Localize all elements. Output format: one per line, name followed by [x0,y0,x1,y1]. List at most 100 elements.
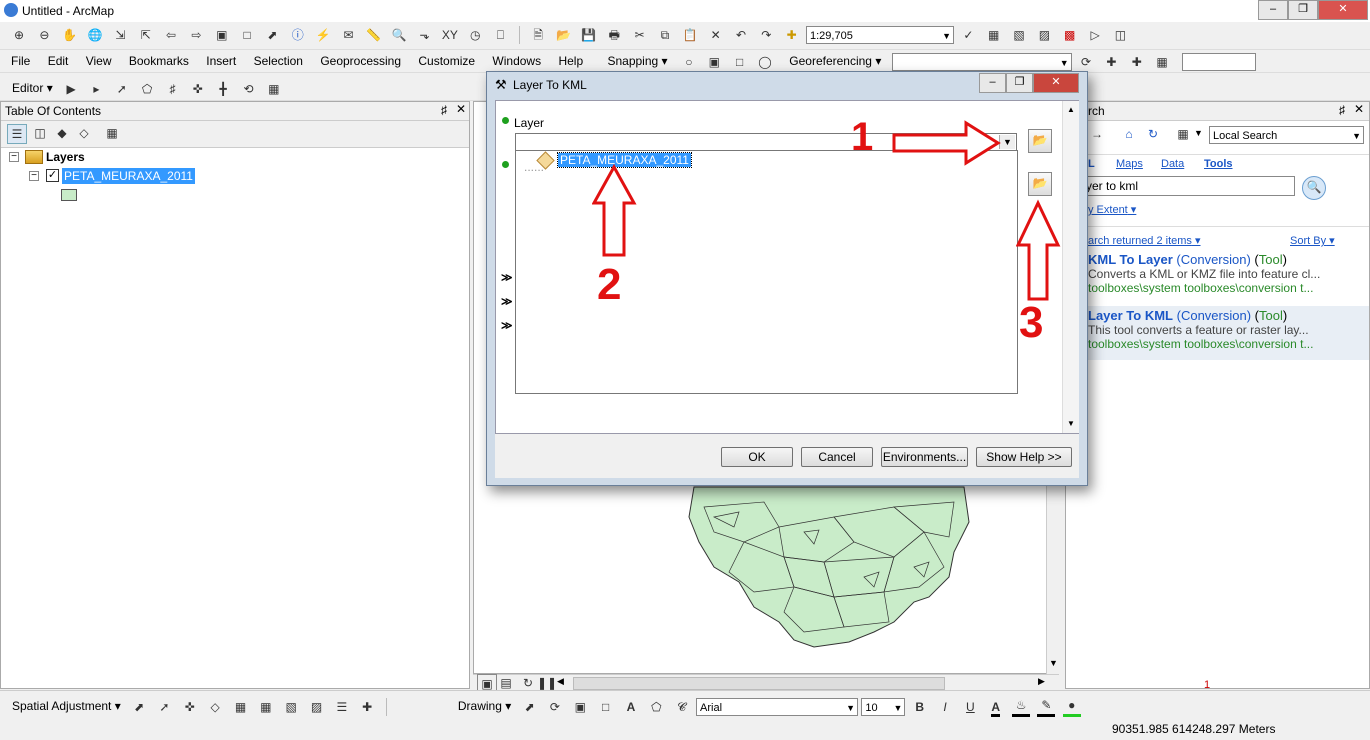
go-to-xy-icon[interactable]: XY [441,26,459,44]
minimize-button[interactable]: – [1258,0,1288,20]
viewer-window-icon[interactable]: ⎕ [492,26,510,44]
georef-rotate-field[interactable] [1182,52,1257,71]
add-control-points-icon[interactable]: ✚ [1128,53,1146,71]
search-result-1[interactable]: KML To Layer (Conversion) (Tool) Convert… [1088,252,1368,304]
scroll-left-icon[interactable]: ◀ [557,676,564,687]
scroll-down-icon[interactable]: ▼ [1049,658,1058,668]
edge-match-icon[interactable]: ✚ [358,698,376,716]
browse-output-folder-icon[interactable]: 📂 [1028,172,1052,196]
zoom-in-icon[interactable]: ⊕ [10,26,28,44]
font-size-combo[interactable]: 10 ▼ [861,697,906,716]
view-link-table-icon[interactable]: ▦ [1153,53,1171,71]
model-builder-icon[interactable]: ◫ [1111,26,1129,44]
search-options-icon[interactable]: ▦ [1174,125,1192,143]
layer-visibility-checkbox[interactable]: ✓ [46,169,59,182]
browse-layer-folder-icon[interactable]: 📂 [1028,129,1052,153]
expand-3-icon[interactable]: ≫ [501,319,513,332]
dialog-close-button[interactable]: ✕ [1033,73,1079,93]
end-snapping-icon[interactable]: ▣ [705,53,723,71]
search-tab-maps[interactable]: Maps [1116,158,1143,170]
paste-icon[interactable]: 📋 [681,26,699,44]
cut-icon[interactable]: ✂ [631,26,649,44]
zoom-to-selected-icon[interactable]: ▣ [571,698,589,716]
italic-icon[interactable]: I [936,698,954,716]
layer-dropdown-list[interactable]: ...... PETA_MEURAXA_2011 [515,150,1018,394]
redo-icon[interactable]: ↷ [757,26,775,44]
ok-button[interactable]: OK [721,447,793,467]
menu-file[interactable]: File [4,50,37,72]
search-back-icon[interactable]: → [1088,125,1106,143]
maximize-button[interactable]: ❐ [1288,0,1318,20]
delete-icon[interactable]: ✕ [707,26,725,44]
menu-bookmarks[interactable]: Bookmarks [122,50,196,72]
identity-link-icon[interactable]: ▧ [282,698,300,716]
print-icon[interactable]: 🖶 [605,26,623,44]
layers-collapse-icon[interactable]: − [9,152,19,162]
menu-insert[interactable]: Insert [199,50,243,72]
menu-view[interactable]: View [79,50,119,72]
editor-menu[interactable]: Editor ▾ [8,77,57,99]
undo-icon[interactable]: ↶ [732,26,750,44]
full-extent-icon[interactable]: 🌐 [86,26,104,44]
search-refresh-icon[interactable]: ↻ [1144,125,1162,143]
hyperlink-icon[interactable]: ⚡ [314,26,332,44]
multi-link-icon[interactable]: ◇ [206,698,224,716]
dialog-scroll-up-icon[interactable]: ▲ [1067,105,1075,114]
sort-by-link[interactable]: Sort By ▾ [1290,234,1335,247]
shift-icon[interactable]: ✚ [1102,53,1120,71]
pan-icon[interactable]: ✋ [61,26,79,44]
edit-vertices-icon[interactable]: ⬠ [138,80,156,98]
menu-edit[interactable]: Edit [41,50,76,72]
font-color-icon[interactable]: A [987,698,1005,717]
editor-toolbar-icon[interactable]: ✓ [959,26,977,44]
edit-annotation-icon[interactable]: ▸ [87,80,105,98]
search-go-icon[interactable]: 🔍 [1302,176,1326,200]
georef-layer-combo[interactable]: ▼ [891,52,1072,71]
rotate-edit-icon[interactable]: ⟲ [239,80,257,98]
toc-options-icon[interactable]: ▦ [103,124,121,142]
split-icon[interactable]: ╋ [214,80,232,98]
add-data-icon[interactable]: ✚ [783,26,801,44]
select-elements-bottom-icon[interactable]: ⬈ [130,698,148,716]
menu-windows[interactable]: Windows [485,50,548,72]
find-route-icon[interactable]: ⬎ [416,26,434,44]
drawing-menu[interactable]: Drawing ▾ [454,697,515,715]
fixed-zoom-out-icon[interactable]: ⇱ [137,26,155,44]
search-tab-all[interactable]: L [1088,158,1095,170]
python-icon[interactable]: ▷ [1086,26,1104,44]
layer-collapse-icon[interactable]: − [29,171,39,181]
reshape-icon[interactable]: ♯ [163,80,181,98]
menu-customize[interactable]: Customize [411,50,482,72]
search-tab-data[interactable]: Data [1161,158,1184,170]
expand-2-icon[interactable]: ≫ [501,295,513,308]
result-2-name[interactable]: Layer To KML [1088,308,1173,323]
edge-snapping-icon[interactable]: ◯ [756,53,774,71]
forward-icon[interactable]: ⇨ [187,26,205,44]
straight-segment-icon[interactable]: ➚ [113,80,131,98]
limited-adjust-icon[interactable]: ▦ [257,698,275,716]
point-snapping-icon[interactable]: ○ [680,53,698,71]
back-icon[interactable]: ⇦ [162,26,180,44]
cancel-button[interactable]: Cancel [801,447,873,467]
line-color-icon[interactable]: ✎ [1037,696,1056,717]
toc-close-icon[interactable]: ✕ [456,102,466,116]
rectangle-icon[interactable]: □ [597,698,615,716]
search-extent-link[interactable]: y Extent ▾ [1088,203,1136,216]
search-home-icon[interactable]: ⌂ [1120,125,1138,143]
list-by-drawing-order-icon[interactable]: ☰ [7,124,27,144]
toc-window-icon[interactable]: ▦ [985,26,1003,44]
drawing-select-icon[interactable]: ⬈ [521,698,539,716]
search-window-icon[interactable]: ▨ [1035,26,1053,44]
select-elements-icon[interactable]: ⬈ [263,26,281,44]
view-link-icon[interactable]: ▦ [231,698,249,716]
edit-tool-icon[interactable]: ▶ [62,80,80,98]
list-by-selection-icon[interactable]: ◇ [75,124,93,142]
result-1-name[interactable]: KML To Layer [1088,252,1173,267]
menu-selection[interactable]: Selection [247,50,310,72]
new-document-icon[interactable]: 🗎 [529,26,547,44]
time-slider-icon[interactable]: ◷ [466,26,484,44]
attributes-icon[interactable]: ▦ [265,80,283,98]
open-icon[interactable]: 📂 [555,26,573,44]
list-by-source-icon[interactable]: ◫ [31,124,49,142]
search-options-caret-icon[interactable]: ▼ [1194,128,1203,138]
